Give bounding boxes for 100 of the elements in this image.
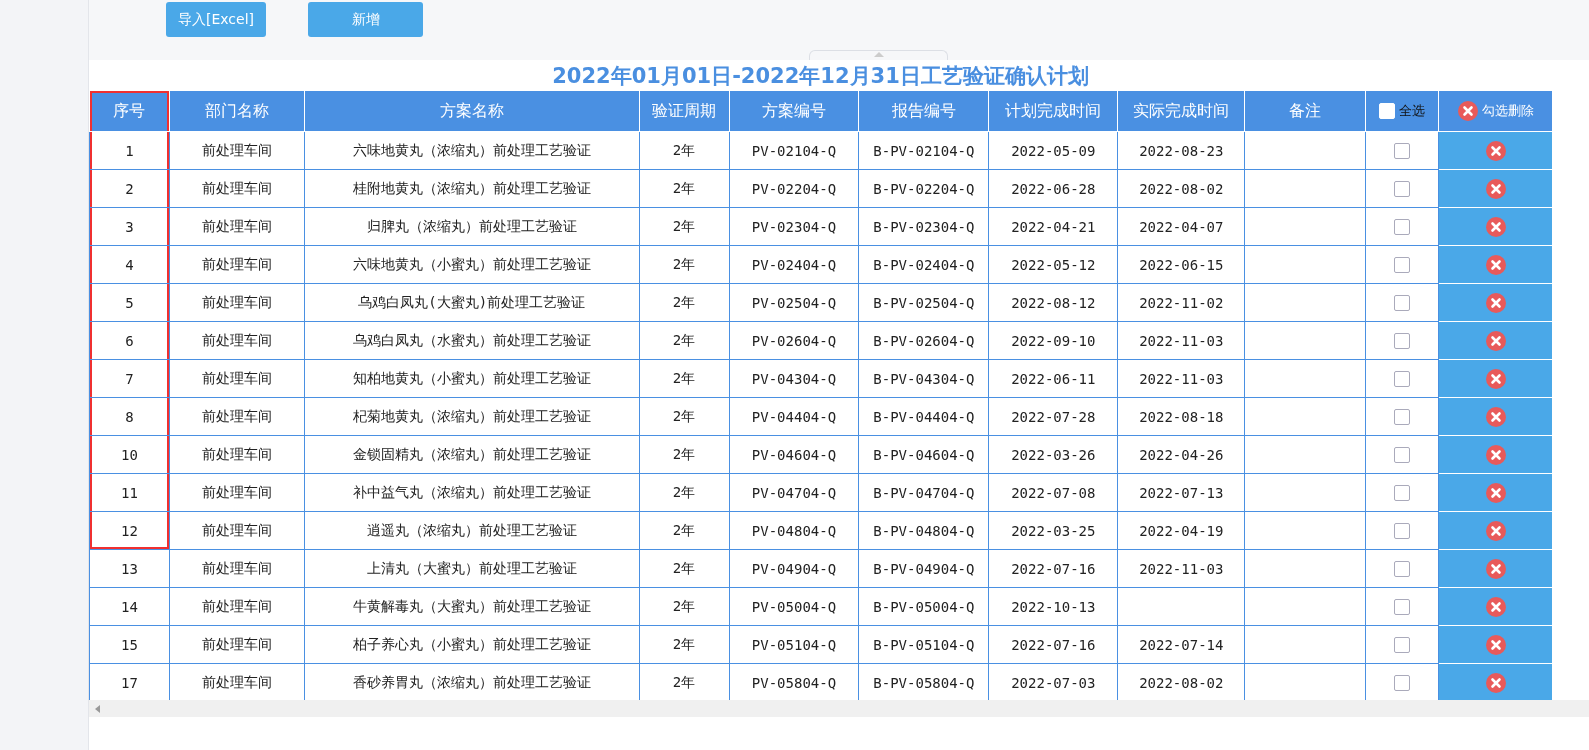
table-cell: 2年 xyxy=(639,587,730,626)
table-cell: 2022-11-02 xyxy=(1117,283,1245,322)
table-title: 2022年01月01日-2022年12月31日工艺验证确认计划 xyxy=(551,62,1090,90)
table-cell: 2022-11-03 xyxy=(1117,321,1245,360)
table-cell: 2022-04-21 xyxy=(988,207,1118,246)
column-header: 验证周期 xyxy=(639,91,730,132)
table-cell: 前处理车间 xyxy=(169,587,305,626)
row-checkbox[interactable] xyxy=(1394,485,1411,501)
table-cell: 六味地黄丸（浓缩丸）前处理工艺验证 xyxy=(304,131,640,170)
table-cell: 2022-07-16 xyxy=(988,625,1118,664)
table-cell: 柏子养心丸（小蜜丸）前处理工艺验证 xyxy=(304,625,640,664)
row-checkbox[interactable] xyxy=(1394,447,1411,463)
row-checkbox[interactable] xyxy=(1394,675,1411,691)
row-checkbox[interactable] xyxy=(1394,599,1411,615)
table-cell: B-PV-02304-Q xyxy=(858,207,989,246)
table-cell: 2022-06-28 xyxy=(988,169,1118,208)
table-cell: PV-04804-Q xyxy=(729,511,859,550)
table-cell: 2022-04-19 xyxy=(1117,511,1245,550)
row-checkbox[interactable] xyxy=(1394,219,1411,235)
table-cell: 10 xyxy=(89,435,170,474)
column-header: 实际完成时间 xyxy=(1117,91,1245,132)
table-cell: 14 xyxy=(89,587,170,626)
table-cell: 前处理车间 xyxy=(169,511,305,550)
table-cell: 1 xyxy=(89,131,170,170)
table-cell: B-PV-02104-Q xyxy=(858,131,989,170)
table-cell: 2022-07-08 xyxy=(988,473,1118,512)
delete-icon xyxy=(1485,406,1506,427)
table-cell: 6 xyxy=(89,321,170,360)
table-cell: B-PV-05104-Q xyxy=(858,625,989,664)
table-cell: 2022-04-26 xyxy=(1117,435,1245,474)
table-cell: PV-05004-Q xyxy=(729,587,859,626)
table-cell: 2022-09-10 xyxy=(988,321,1118,360)
table-cell: 六味地黄丸（小蜜丸）前处理工艺验证 xyxy=(304,245,640,284)
table-cell: PV-02104-Q xyxy=(729,131,859,170)
table-cell: PV-02504-Q xyxy=(729,283,859,322)
table-cell: 2022-08-02 xyxy=(1117,169,1245,208)
table-cell: 前处理车间 xyxy=(169,245,305,284)
table-cell: 2022-07-28 xyxy=(988,397,1118,436)
column-header: 计划完成时间 xyxy=(988,91,1118,132)
horizontal-scrollbar[interactable] xyxy=(89,700,1589,717)
row-checkbox[interactable] xyxy=(1394,181,1411,197)
delete-icon xyxy=(1485,292,1506,313)
table-cell: 2年 xyxy=(639,549,730,588)
table-cell: 前处理车间 xyxy=(169,625,305,664)
table-cell: 2022-05-09 xyxy=(988,131,1118,170)
table-cell: 前处理车间 xyxy=(169,435,305,474)
table-cell: B-PV-02204-Q xyxy=(858,169,989,208)
delete-icon xyxy=(1485,634,1506,655)
scroll-left-icon[interactable] xyxy=(95,704,100,713)
table-cell: 乌鸡白凤丸（水蜜丸）前处理工艺验证 xyxy=(304,321,640,360)
delete-icon xyxy=(1485,672,1506,693)
table-cell: 2年 xyxy=(639,625,730,664)
table-cell: 2022-04-07 xyxy=(1117,207,1245,246)
row-checkbox[interactable] xyxy=(1394,143,1411,159)
row-checkbox[interactable] xyxy=(1394,523,1411,539)
table-cell: 2022-05-12 xyxy=(988,245,1118,284)
table-cell: 补中益气丸（浓缩丸）前处理工艺验证 xyxy=(304,473,640,512)
delete-icon xyxy=(1457,101,1478,121)
row-checkbox[interactable] xyxy=(1394,371,1411,387)
column-header: 方案编号 xyxy=(729,91,859,132)
table-cell: PV-04604-Q xyxy=(729,435,859,474)
table-cell: PV-02304-Q xyxy=(729,207,859,246)
select-all-checkbox[interactable] xyxy=(1379,103,1396,119)
table-cell: 前处理车间 xyxy=(169,131,305,170)
table-cell: PV-04704-Q xyxy=(729,473,859,512)
add-button[interactable]: 新增 xyxy=(308,2,423,37)
table-cell: 2022-07-13 xyxy=(1117,473,1245,512)
table-cell: 前处理车间 xyxy=(169,169,305,208)
table-cell: 2年 xyxy=(639,207,730,246)
import-excel-button[interactable]: 导入[Excel] xyxy=(166,2,266,37)
table-cell: 前处理车间 xyxy=(169,359,305,398)
table-cell: 2022-06-11 xyxy=(988,359,1118,398)
column-header: 部门名称 xyxy=(169,91,305,132)
table-cell: 金锁固精丸（浓缩丸）前处理工艺验证 xyxy=(304,435,640,474)
table-cell: 前处理车间 xyxy=(169,549,305,588)
row-checkbox[interactable] xyxy=(1394,333,1411,349)
row-checkbox[interactable] xyxy=(1394,295,1411,311)
row-checkbox[interactable] xyxy=(1394,561,1411,577)
collapse-handle[interactable] xyxy=(809,50,948,60)
table-cell: 11 xyxy=(89,473,170,512)
table-cell: 前处理车间 xyxy=(169,473,305,512)
table-cell: 2年 xyxy=(639,511,730,550)
table-cell: 牛黄解毒丸（大蜜丸）前处理工艺验证 xyxy=(304,587,640,626)
delete-icon xyxy=(1485,482,1506,503)
table-cell: 2022-08-23 xyxy=(1117,131,1245,170)
table-cell: 2022-08-12 xyxy=(988,283,1118,322)
table-cell: 前处理车间 xyxy=(169,397,305,436)
row-checkbox[interactable] xyxy=(1394,257,1411,273)
row-checkbox[interactable] xyxy=(1394,637,1411,653)
delete-icon xyxy=(1485,178,1506,199)
row-checkbox[interactable] xyxy=(1394,409,1411,425)
delete-icon xyxy=(1485,368,1506,389)
table-cell: 7 xyxy=(89,359,170,398)
table-cell: 2年 xyxy=(639,283,730,322)
table-cell: B-PV-02604-Q xyxy=(858,321,989,360)
table-cell: B-PV-04904-Q xyxy=(858,549,989,588)
table-cell: 2年 xyxy=(639,435,730,474)
table-cell: B-PV-04404-Q xyxy=(858,397,989,436)
table-cell: 8 xyxy=(89,397,170,436)
delete-icon xyxy=(1485,444,1506,465)
